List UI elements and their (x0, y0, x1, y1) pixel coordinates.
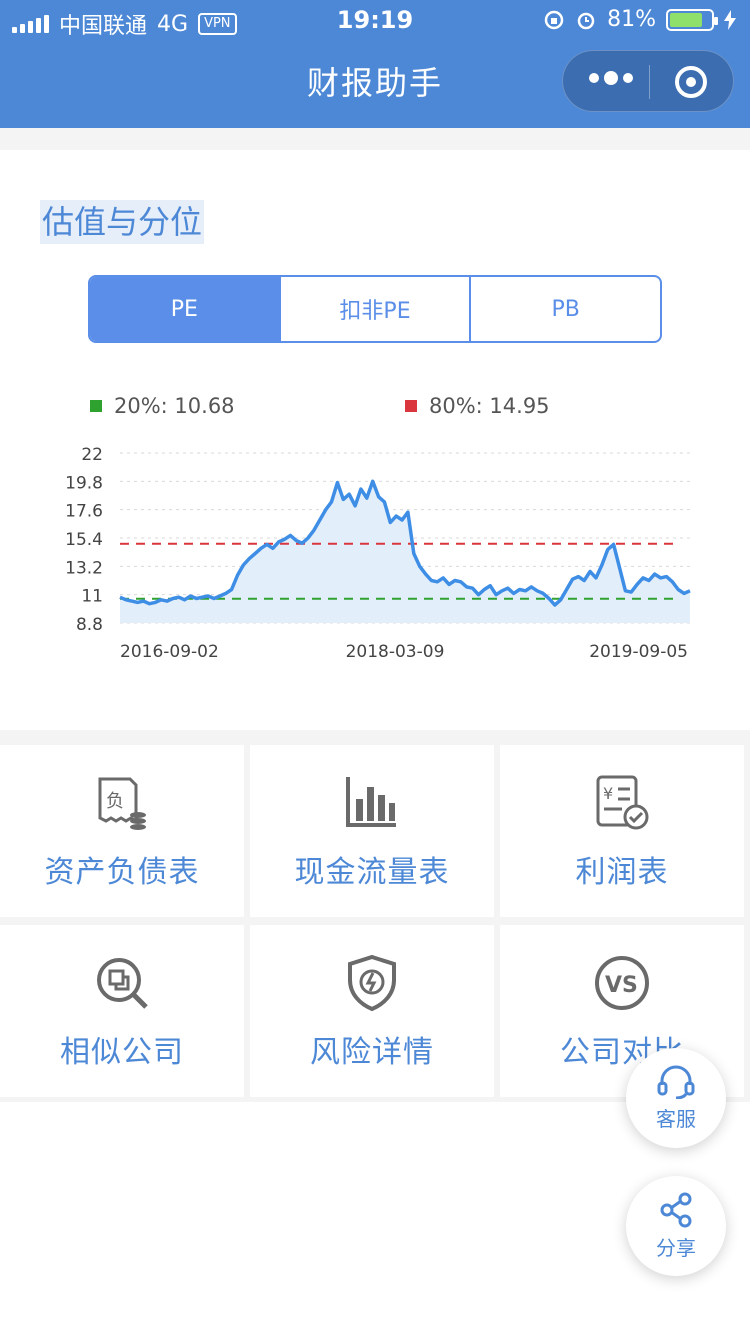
section-title: 估值与分位 (40, 200, 205, 244)
tab-pe[interactable]: PE (90, 277, 281, 341)
legend-20-label: 20%: 10.68 (114, 394, 235, 418)
grid-label: 利润表 (575, 855, 669, 890)
alarm-icon (577, 12, 595, 29)
mini-program-capsule (562, 50, 734, 112)
charging-icon (724, 9, 736, 30)
headset-icon (657, 1065, 695, 1099)
profit-statement-icon: ¥ (596, 775, 649, 830)
metric-tabs: PE 扣非PE PB (88, 275, 662, 343)
grid-item-risk-details[interactable]: 风险详情 (250, 925, 494, 1097)
grid-label: 资产负债表 (44, 855, 200, 890)
tab-deducted-pe[interactable]: 扣非PE (281, 277, 472, 341)
share-icon (660, 1192, 692, 1227)
legend-80-percentile: 80%: 14.95 (405, 394, 550, 418)
legend-red-swatch (405, 400, 417, 412)
grid-label: 相似公司 (60, 1035, 184, 1070)
balance-sheet-icon: 负 (98, 777, 146, 830)
orientation-lock-icon (544, 10, 564, 29)
valuation-card: 估值与分位 PE 扣非PE PB 20%: 10.68 80%: 14.95 2… (0, 150, 750, 730)
legend-20-percentile: 20%: 10.68 (90, 394, 235, 418)
y-tick-label: 22 (81, 445, 103, 465)
vs-icon: VS (595, 956, 649, 1010)
y-tick-label: 8.8 (76, 615, 103, 635)
x-tick-label: 2019-09-05 (589, 642, 688, 662)
legend-green-swatch (90, 400, 102, 412)
legend-80-label: 80%: 14.95 (429, 394, 550, 418)
grid-item-balance-sheet[interactable]: 负 资产负债表 (0, 745, 244, 917)
y-tick-label: 11 (81, 587, 103, 607)
x-tick-label: 2016-09-02 (120, 642, 219, 662)
top-bar: 中国联通 4G VPN 19:19 81% 财报助手 (0, 0, 750, 128)
grid-item-income-statement[interactable]: ¥ 利润表 (500, 745, 744, 917)
grid-item-cash-flow[interactable]: 现金流量表 (250, 745, 494, 917)
grid-label: 现金流量表 (294, 855, 450, 890)
x-tick-label: 2018-03-09 (346, 642, 445, 662)
series-area (120, 481, 690, 623)
search-company-icon (97, 958, 148, 1009)
y-tick-label: 15.4 (65, 530, 103, 550)
y-tick-label: 17.6 (65, 502, 103, 522)
tab-pb[interactable]: PB (471, 277, 660, 341)
more-icon[interactable] (589, 71, 633, 85)
status-bar: 中国联通 4G VPN 19:19 81% (0, 0, 750, 40)
y-tick-label: 19.8 (65, 473, 103, 493)
svg-text:VS: VS (605, 973, 638, 998)
share-label: 分享 (656, 1235, 696, 1260)
svg-text:¥: ¥ (603, 784, 613, 803)
shield-icon (348, 954, 396, 1012)
svg-text:负: 负 (106, 791, 124, 812)
bar-chart-icon (346, 777, 396, 827)
battery-percent: 81% (607, 7, 656, 32)
share-button[interactable]: 分享 (626, 1176, 726, 1276)
grid-item-similar-companies[interactable]: 相似公司 (0, 925, 244, 1097)
y-tick-label: 13.2 (65, 558, 103, 578)
close-target-icon[interactable] (675, 66, 707, 98)
grid-label: 风险详情 (310, 1035, 434, 1070)
customer-service-label: 客服 (656, 1106, 696, 1131)
customer-service-button[interactable]: 客服 (626, 1048, 726, 1148)
pe-chart[interactable]: 22 19.8 17.6 15.4 13.2 11 8.8 2016-09-02 2018-03… (0, 435, 750, 675)
battery-icon (666, 8, 718, 31)
